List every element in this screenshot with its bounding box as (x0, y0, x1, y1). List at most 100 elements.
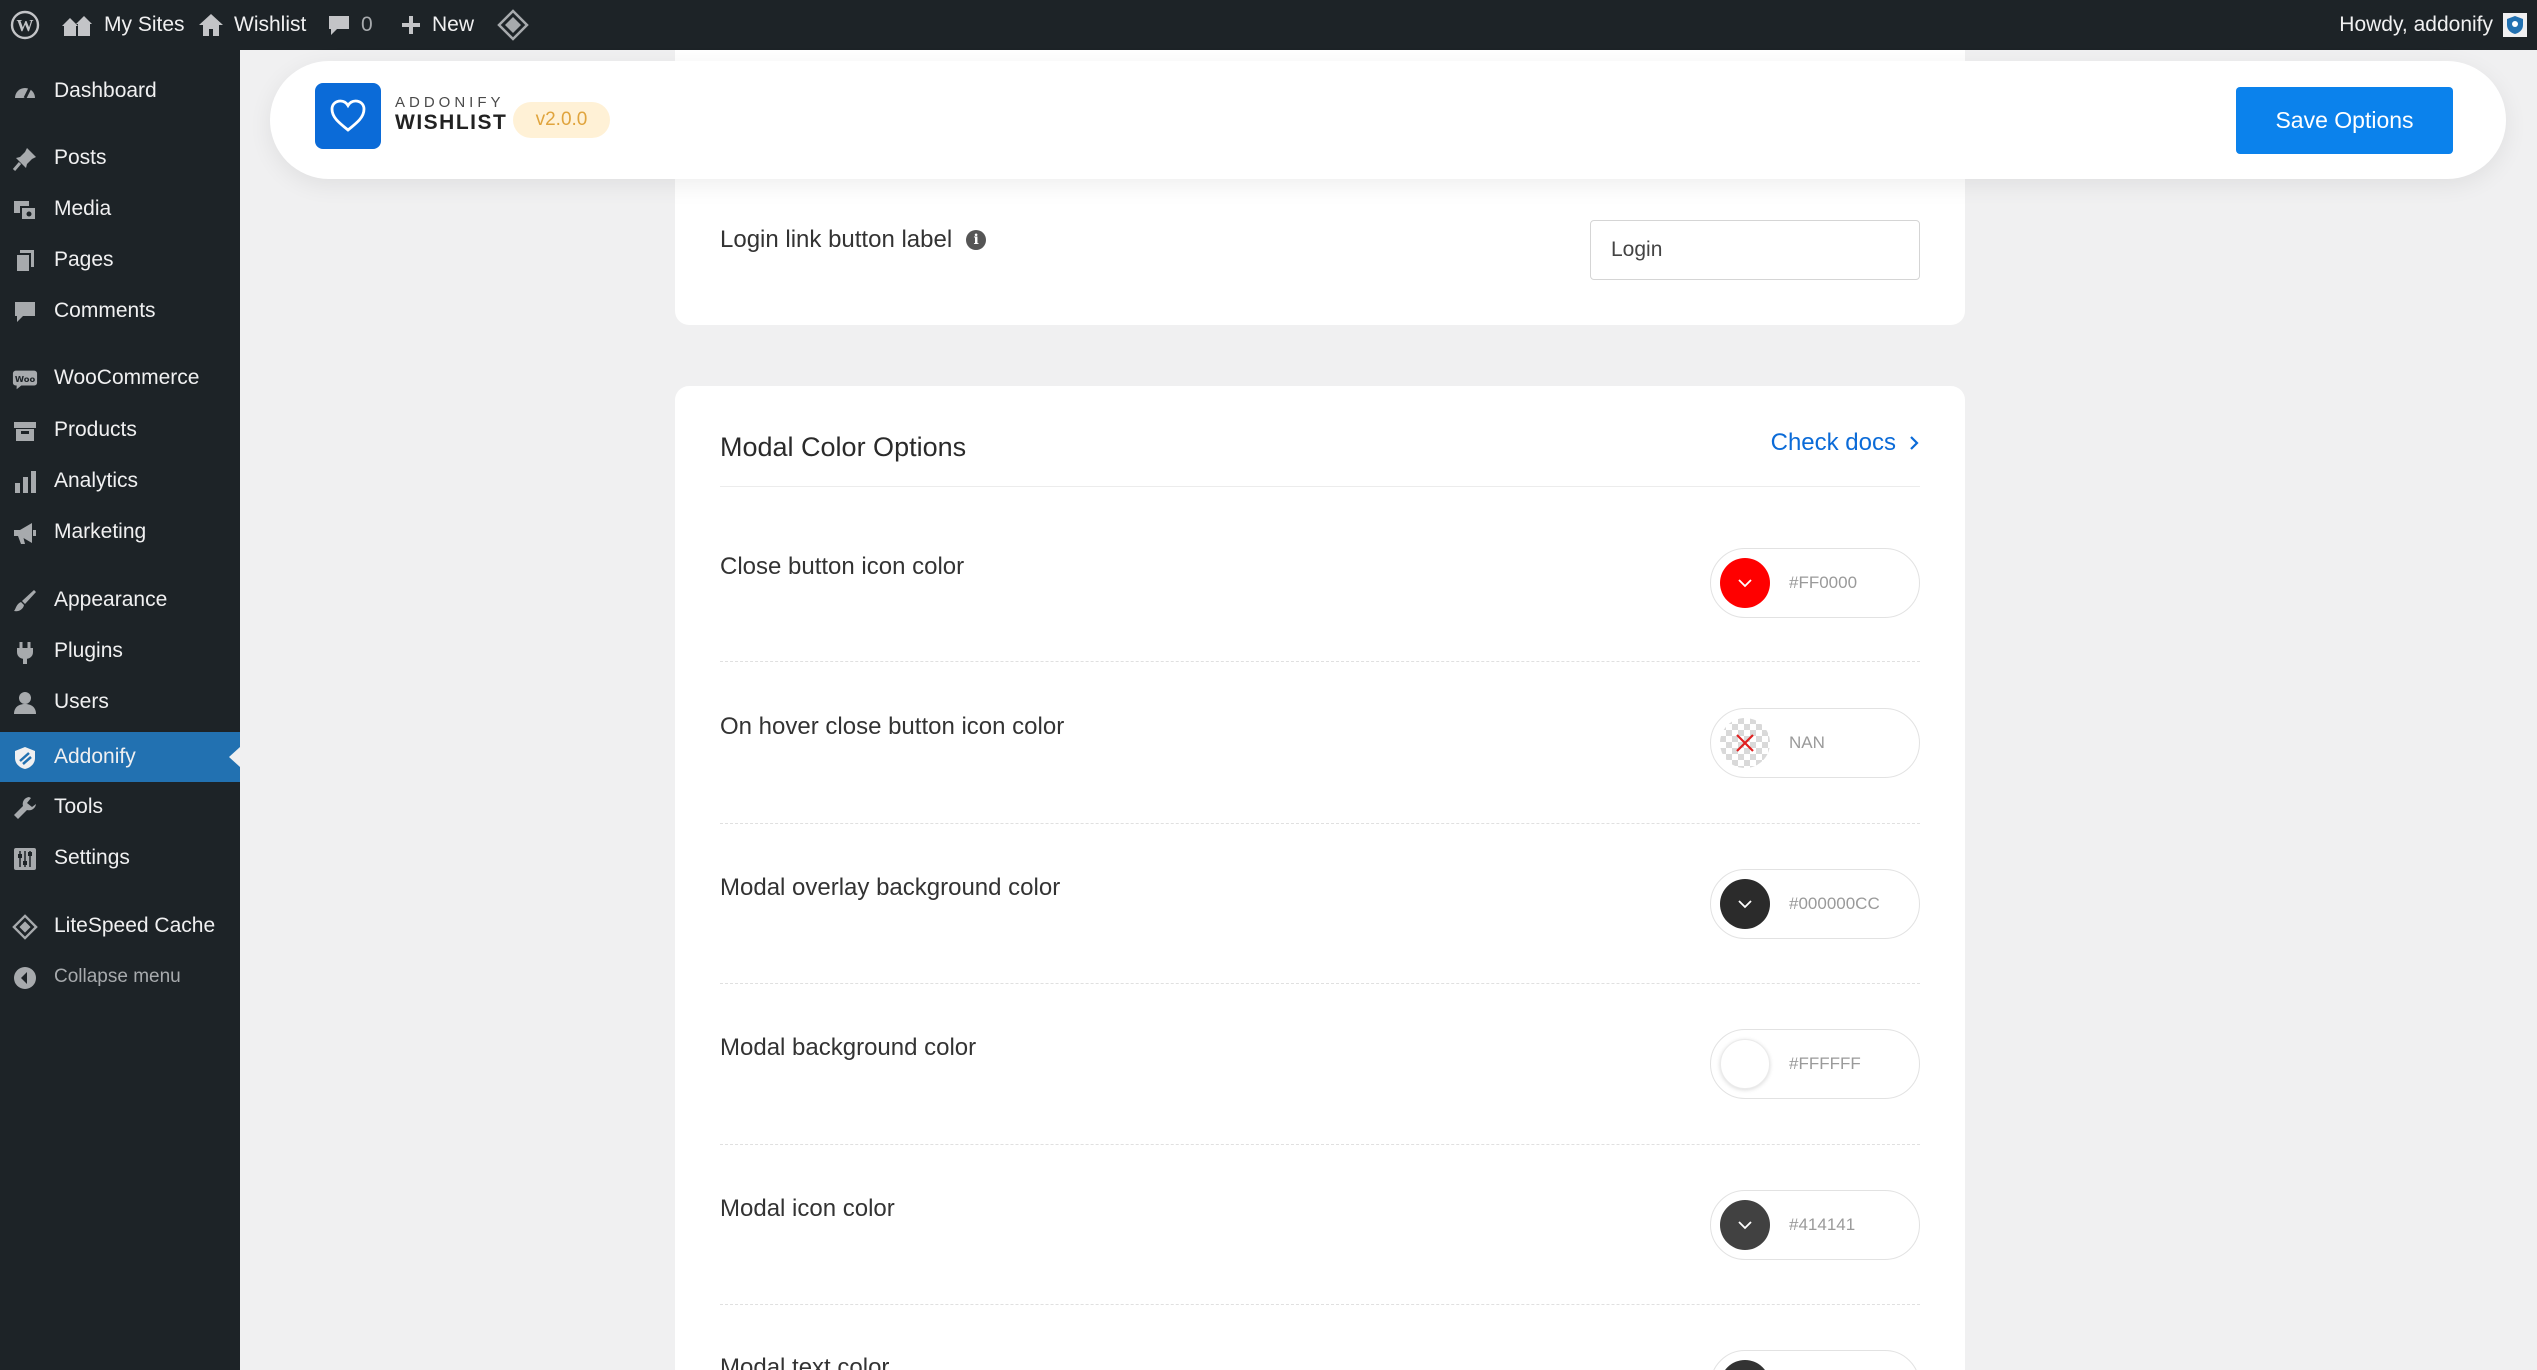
login-label-row: Login link button label i (720, 226, 987, 254)
archive-icon (12, 418, 38, 444)
color-picker-modal-background[interactable]: #FFFFFF (1710, 1029, 1920, 1099)
divider (720, 661, 1920, 662)
menu-label: Pages (54, 248, 114, 271)
option-label: Close button icon color (720, 553, 965, 580)
comments-menu[interactable]: 0 (327, 0, 373, 50)
avatar (2503, 13, 2527, 37)
hex-value[interactable]: #FFFFFF (1789, 1030, 1861, 1097)
menu-item-woocommerce[interactable]: Woo WooCommerce (0, 353, 240, 403)
color-swatch[interactable] (1720, 718, 1770, 768)
color-picker-modal-text[interactable] (1710, 1350, 1920, 1370)
menu-label: Addonify (54, 745, 136, 768)
color-swatch[interactable] (1720, 1360, 1770, 1370)
wordpress-logo-icon[interactable]: W (10, 0, 40, 50)
addonify-icon (12, 745, 38, 771)
menu-item-products[interactable]: Products (0, 405, 240, 455)
addonify-wishlist-logo (315, 83, 381, 149)
menu-item-plugins[interactable]: Plugins (0, 626, 240, 676)
brush-icon (12, 588, 38, 614)
menu-item-analytics[interactable]: Analytics (0, 456, 240, 506)
menu-label: Marketing (54, 520, 147, 543)
menu-item-litespeed-cache[interactable]: LiteSpeed Cache (0, 901, 240, 951)
menu-label: Media (54, 197, 112, 220)
wrench-icon (12, 795, 38, 821)
user-icon (12, 690, 38, 716)
color-picker-overlay-background[interactable]: #000000CC (1710, 869, 1920, 939)
menu-label: Settings (54, 846, 130, 869)
menu-item-tools[interactable]: Tools (0, 782, 240, 832)
collapse-label: Collapse menu (54, 966, 181, 987)
pin-icon (12, 146, 38, 172)
menu-item-addonify[interactable]: Addonify (0, 732, 240, 782)
chevron-right-icon (1910, 436, 1919, 450)
menu-item-posts[interactable]: Posts (0, 133, 240, 183)
option-label: Modal text color (720, 1354, 890, 1370)
my-sites-label: My Sites (104, 13, 185, 36)
home-icon (199, 14, 223, 36)
color-picker-close-button[interactable]: #FF0000 (1710, 548, 1920, 618)
hex-value[interactable]: NAN (1789, 709, 1825, 776)
menu-item-settings[interactable]: Settings (0, 833, 240, 883)
menu-item-users[interactable]: Users (0, 677, 240, 727)
collapse-menu-button[interactable]: Collapse menu (0, 952, 240, 1002)
login-label-input[interactable] (1590, 220, 1920, 280)
menu-label: Dashboard (54, 79, 157, 102)
menu-label: Appearance (54, 588, 168, 611)
plugin-header: ADDONIFY WISHLIST v2.0.0 Save Options (270, 61, 2506, 179)
info-icon[interactable]: i (966, 230, 987, 250)
pages-icon (12, 248, 38, 274)
color-swatch[interactable] (1720, 1039, 1770, 1089)
menu-label: Plugins (54, 639, 123, 662)
modal-color-options-card: Modal Color Options Check docs Close but… (675, 386, 1965, 1370)
litespeed-menu[interactable] (497, 0, 529, 50)
menu-item-marketing[interactable]: Marketing (0, 507, 240, 557)
check-docs-label: Check docs (1770, 429, 1896, 456)
hex-value[interactable]: #414141 (1789, 1191, 1855, 1258)
color-swatch[interactable] (1720, 558, 1770, 608)
color-picker-modal-icon[interactable]: #414141 (1710, 1190, 1920, 1260)
collapse-icon (12, 965, 38, 991)
color-swatch[interactable] (1720, 1200, 1770, 1250)
dashboard-icon (12, 79, 38, 105)
plus-icon (402, 16, 420, 34)
check-docs-link[interactable]: Check docs (1771, 429, 1920, 457)
menu-label: Users (54, 690, 109, 713)
svg-text:Woo: Woo (15, 374, 36, 384)
menu-item-dashboard[interactable]: Dashboard (0, 66, 240, 116)
divider (720, 486, 1920, 487)
menu-item-media[interactable]: Media (0, 184, 240, 234)
divider (720, 1144, 1920, 1145)
new-content-menu[interactable]: New (400, 0, 474, 50)
divider (720, 823, 1920, 824)
account-menu[interactable]: Howdy, addonify (2339, 0, 2527, 50)
divider (720, 1304, 1920, 1305)
no-color-icon (1736, 734, 1754, 752)
menu-item-pages[interactable]: Pages (0, 235, 240, 285)
svg-text:W: W (17, 16, 34, 35)
bar-chart-icon (12, 469, 38, 495)
option-label: Modal overlay background color (720, 874, 1061, 901)
media-icon (12, 197, 38, 223)
menu-label: LiteSpeed Cache (54, 914, 216, 937)
option-label: Modal icon color (720, 1195, 895, 1222)
admin-sidebar: Dashboard Posts Media Pages Comments Woo… (0, 50, 240, 1370)
menu-label: Tools (54, 795, 104, 818)
color-picker-hover-close-button[interactable]: NAN (1710, 708, 1920, 778)
brand-name-text: WISHLIST (395, 111, 508, 134)
chevron-down-icon (1738, 579, 1752, 588)
site-name-menu[interactable]: Wishlist (198, 0, 306, 50)
diamond-icon (12, 914, 38, 940)
hex-value[interactable]: #000000CC (1789, 870, 1880, 937)
litespeed-icon (497, 9, 529, 41)
menu-label: Products (54, 418, 137, 441)
sliders-icon (12, 846, 38, 872)
menu-item-appearance[interactable]: Appearance (0, 575, 240, 625)
menu-label: Comments (54, 299, 156, 322)
color-swatch[interactable] (1720, 879, 1770, 929)
chevron-down-icon (1738, 1221, 1752, 1230)
menu-item-comments[interactable]: Comments (0, 286, 240, 336)
hex-value[interactable]: #FF0000 (1789, 549, 1857, 616)
my-sites-menu[interactable]: My Sites (60, 0, 185, 50)
save-options-button[interactable]: Save Options (2236, 87, 2453, 154)
heart-icon (330, 99, 366, 132)
